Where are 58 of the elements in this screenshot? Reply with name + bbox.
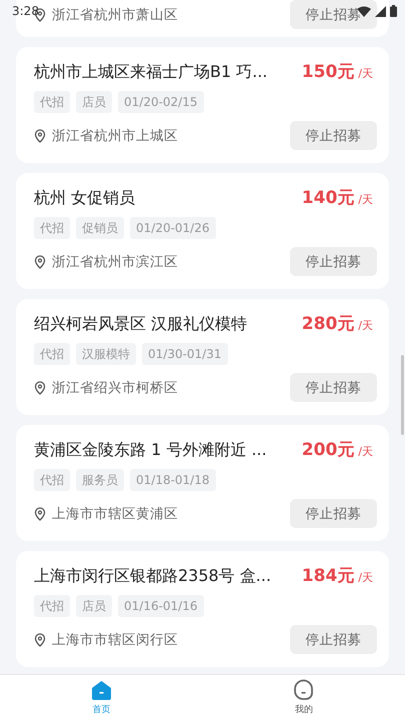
job-tag: 01/18-01/18 (130, 469, 216, 491)
location-pin-icon (34, 506, 46, 520)
stop-recruiting-button[interactable]: 停止招募 (290, 0, 377, 29)
job-tag: 01/20-02/15 (118, 91, 204, 113)
profile-icon (293, 679, 314, 700)
job-tag: 代招 (34, 343, 70, 365)
home-icon (90, 680, 112, 700)
pay-unit: /天 (358, 192, 373, 207)
job-card[interactable]: 杭州市上城区来福士广场B1 巧... 150元 /天 代招 店员 01/20-02/15 浙江省杭州市上城区 停止招募 (16, 47, 389, 163)
location-pin-icon (34, 128, 46, 142)
stop-recruiting-button[interactable]: 停止招募 (290, 625, 377, 654)
job-tag: 代招 (34, 595, 70, 617)
job-pay: 280元 (302, 313, 354, 335)
battery-icon (390, 5, 397, 17)
location-text: 浙江省杭州市萧山区 (52, 6, 178, 24)
job-tag: 汉服模特 (76, 343, 136, 365)
location-pin-icon (34, 380, 46, 394)
pay-unit: /天 (358, 444, 373, 459)
tab-bar-item[interactable]: 我的 (202, 675, 405, 720)
location-text: 上海市市辖区黄浦区 (52, 504, 178, 522)
location-text: 浙江省绍兴市柯桥区 (52, 378, 178, 396)
signal-icon (375, 6, 386, 16)
job-tag: 01/16-01/16 (118, 595, 204, 617)
job-title: 绍兴柯岩风景区 汉服礼仪模特 (34, 313, 248, 334)
job-title: 杭州市上城区来福士广场B1 巧... (34, 61, 268, 82)
location-text: 上海市市辖区闵行区 (52, 630, 178, 648)
stop-recruiting-button[interactable]: 停止招募 (290, 499, 377, 528)
pay-unit: /天 (358, 318, 373, 333)
job-card[interactable]: 上海市闵行区银都路2358号 盒... 184元 /天 代招 店员 01/16-01/16 上海市市辖区闵行区 停止招募 (16, 551, 389, 667)
job-card[interactable]: 杭州 女促销员 140元 /天 代招 促销员 01/20-01/26 浙江省杭州市滨江区 停止招募 (16, 173, 389, 289)
pay-unit: /天 (358, 66, 373, 81)
job-pay: 140元 (302, 187, 354, 209)
tab-bar-item[interactable]: 首页 (0, 675, 202, 720)
job-pay: 150元 (302, 61, 354, 83)
job-tag: 01/30-01/31 (142, 343, 228, 365)
stop-recruiting-button[interactable]: 停止招募 (290, 121, 377, 150)
job-title: 杭州 女促销员 (34, 187, 136, 208)
job-tag: 代招 (34, 91, 70, 113)
job-card[interactable]: 黄浦区金陵东路 1 号外滩附近 ... 200元 /天 代招 服务员 01/18-01/18 上海市市辖区黄浦区 停止招募 (16, 425, 389, 541)
job-title: 黄浦区金陵东路 1 号外滩附近 ... (34, 439, 267, 460)
job-tag: 代招 (34, 469, 70, 491)
job-tag: 店员 (76, 595, 112, 617)
job-title: 上海市闵行区银都路2358号 盒... (34, 565, 272, 586)
job-pay: 184元 (302, 565, 354, 587)
job-tag: 服务员 (76, 469, 124, 491)
job-card[interactable]: 绍兴柯岩风景区 汉服礼仪模特 280元 /天 代招 汉服模特 01/30-01/31 浙江省绍兴市柯桥区 停止招募 (16, 299, 389, 415)
location-text: 浙江省杭州市滨江区 (52, 252, 178, 270)
job-tag: 促销员 (76, 217, 124, 239)
location-pin-icon (34, 254, 46, 268)
pay-unit: /天 (358, 570, 373, 585)
job-tag: 01/20-01/26 (130, 217, 216, 239)
job-pay: 200元 (302, 439, 354, 461)
stop-recruiting-button[interactable]: 停止招募 (290, 373, 377, 402)
job-tag: 代招 (34, 217, 70, 239)
job-tag: 店员 (76, 91, 112, 113)
location-text: 浙江省杭州市上城区 (52, 126, 178, 144)
stop-recruiting-button[interactable]: 停止招募 (290, 247, 377, 276)
location-pin-icon (34, 632, 46, 646)
